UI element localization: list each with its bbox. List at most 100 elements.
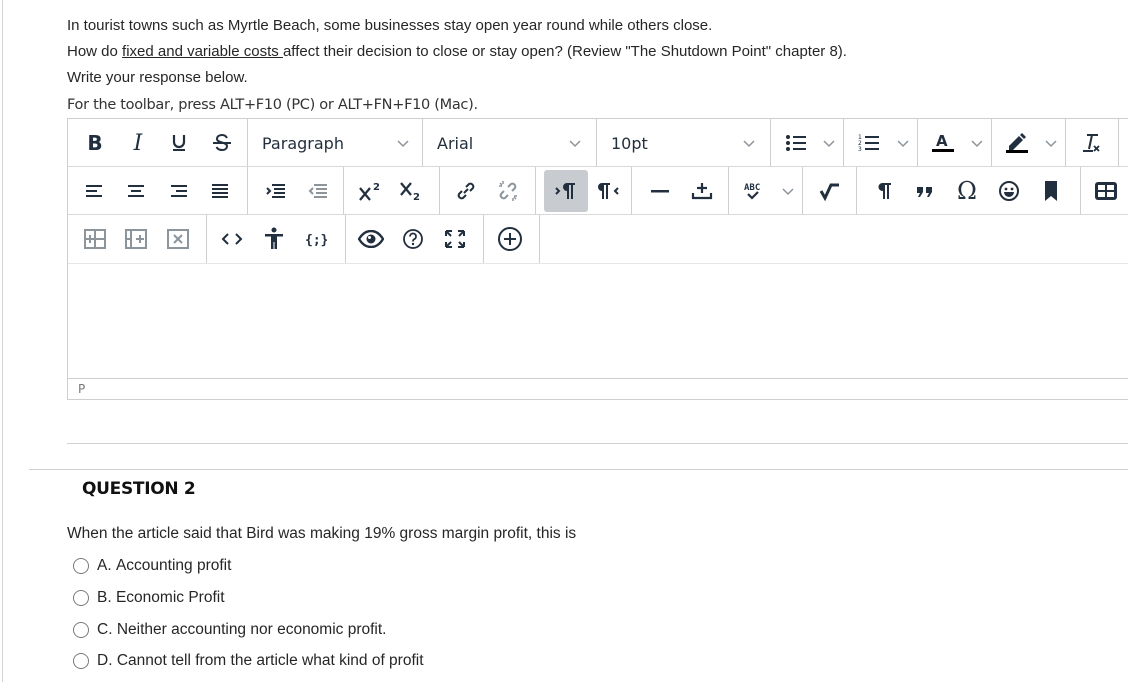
align-right-icon — [171, 185, 187, 197]
svg-text:{;}: {;} — [305, 233, 327, 248]
code-icon — [221, 233, 243, 245]
highlight-color-split-button[interactable] — [992, 119, 1066, 166]
align-justify-icon — [212, 184, 228, 198]
question-text-line3: Write your response below. — [67, 69, 248, 86]
table-group — [1081, 167, 1128, 214]
font-size-select[interactable]: 10pt — [597, 119, 771, 166]
rtl-paragraph-button[interactable] — [593, 176, 623, 206]
code-group: {;} — [207, 215, 346, 263]
accessibility-checker-button[interactable] — [259, 224, 289, 254]
bold-button[interactable]: B — [80, 128, 110, 158]
clear-formatting-button[interactable] — [1076, 128, 1106, 158]
bullet-list-split-button[interactable] — [771, 119, 844, 166]
help-button[interactable] — [398, 224, 428, 254]
text-color-split-button[interactable]: A — [918, 119, 992, 166]
chevron-down-icon — [569, 140, 581, 148]
chevron-down-icon[interactable] — [896, 136, 910, 150]
spellcheck-split-button[interactable]: ABC — [729, 167, 803, 214]
numbered-list-button[interactable]: 123 — [854, 128, 884, 158]
subscript-button[interactable]: 2 — [397, 176, 427, 206]
question-text-line2: How do fixed and variable costs affect t… — [67, 42, 847, 62]
source-code-button[interactable] — [217, 224, 247, 254]
chevron-down-icon[interactable] — [1044, 136, 1058, 150]
special-character-button[interactable]: Ω — [952, 176, 982, 206]
highlight-color-button[interactable] — [1002, 128, 1032, 158]
option-label: Accounting profit — [115, 557, 232, 574]
spellcheck-button[interactable]: ABC — [738, 176, 768, 206]
horizontal-line-button[interactable] — [645, 176, 675, 206]
numbered-list-split-button[interactable]: 123 — [844, 119, 918, 166]
editor-statusbar: P — [68, 378, 1128, 400]
font-size-value: 10pt — [611, 133, 648, 153]
remove-link-button[interactable] — [493, 176, 523, 206]
clear-formatting-group — [1066, 119, 1119, 166]
highlighter-icon — [1006, 133, 1028, 153]
toolbar-row-1: B I Paragraph Arial 10pt 1 2 3 A — [68, 119, 1128, 167]
chevron-down-icon[interactable] — [970, 136, 984, 150]
option-b[interactable]: B. Economic Profit — [73, 589, 225, 607]
question-2-text: When the article said that Bird was maki… — [67, 525, 577, 542]
italic-button[interactable]: I — [123, 128, 153, 158]
radio-button[interactable] — [73, 653, 89, 669]
question-text-prefix: How do — [67, 43, 123, 60]
question-divider — [29, 469, 1128, 470]
table-edit-group — [68, 215, 207, 263]
option-letter: A. — [97, 557, 112, 574]
paragraph-mark-icon — [878, 183, 891, 199]
question-text-line1: In tourist towns such as Myrtle Beach, s… — [67, 17, 713, 34]
table-button[interactable] — [1091, 176, 1121, 206]
option-letter: D. — [97, 652, 113, 669]
math-equation-button[interactable] — [815, 176, 845, 206]
indent-icon — [266, 184, 285, 198]
fixed-variable-costs-link[interactable]: fixed and variable costs — [122, 43, 283, 60]
fullscreen-icon — [445, 230, 465, 248]
radio-button[interactable] — [73, 590, 89, 606]
insert-column-before-button[interactable] — [80, 224, 110, 254]
unlink-icon — [499, 181, 517, 201]
strikethrough-button[interactable] — [207, 128, 237, 158]
element-path[interactable]: P — [78, 382, 85, 396]
italic-icon: I — [133, 130, 143, 156]
align-center-button[interactable] — [121, 176, 151, 206]
option-d[interactable]: D. Cannot tell from the article what kin… — [73, 652, 424, 670]
code-sample-button[interactable]: {;} — [301, 224, 331, 254]
fullscreen-button[interactable] — [440, 224, 470, 254]
indent-button[interactable] — [261, 176, 291, 206]
option-label: Economic Profit — [115, 589, 225, 606]
add-content-button[interactable] — [495, 224, 525, 254]
clear-formatting-icon — [1083, 134, 1100, 152]
text-color-button[interactable]: A — [928, 128, 958, 158]
editor-content-area[interactable] — [68, 264, 1128, 378]
chevron-down-icon[interactable] — [781, 184, 795, 198]
option-a[interactable]: A. Accounting profit — [73, 557, 231, 575]
preview-button[interactable] — [356, 224, 386, 254]
align-right-button[interactable] — [163, 176, 193, 206]
block-format-select[interactable]: Paragraph — [248, 119, 423, 166]
insert-content-button[interactable] — [687, 176, 717, 206]
superscript-button[interactable]: 2 — [356, 176, 386, 206]
underline-button[interactable] — [164, 128, 194, 158]
anchor-button[interactable] — [1036, 176, 1066, 206]
insert-link-button[interactable] — [451, 176, 481, 206]
radio-button[interactable] — [73, 622, 89, 638]
divider — [67, 443, 1128, 444]
bullet-list-icon — [786, 135, 806, 151]
show-blocks-button[interactable] — [869, 176, 899, 206]
insert-column-after-button[interactable] — [121, 224, 151, 254]
radio-button[interactable] — [73, 558, 89, 574]
outdent-button[interactable] — [303, 176, 333, 206]
chevron-down-icon[interactable] — [822, 136, 836, 150]
blockquote-button[interactable] — [910, 176, 940, 206]
align-justify-button[interactable] — [205, 176, 235, 206]
delete-column-button[interactable] — [163, 224, 193, 254]
rich-text-editor: B I Paragraph Arial 10pt 1 2 3 A 2 2 ABC… — [67, 118, 1128, 400]
font-family-select[interactable]: Arial — [423, 119, 597, 166]
spellcheck-icon: ABC — [744, 183, 760, 200]
bullet-list-button[interactable] — [781, 128, 811, 158]
question-text-suffix: affect their decision to close or stay o… — [282, 43, 847, 60]
option-c[interactable]: C. Neither accounting nor economic profi… — [73, 621, 386, 639]
ltr-paragraph-button[interactable] — [544, 170, 588, 212]
align-left-button[interactable] — [80, 176, 110, 206]
toolbar-hint: For the toolbar, press ALT+F10 (PC) or A… — [67, 97, 478, 113]
emoji-button[interactable] — [994, 176, 1024, 206]
